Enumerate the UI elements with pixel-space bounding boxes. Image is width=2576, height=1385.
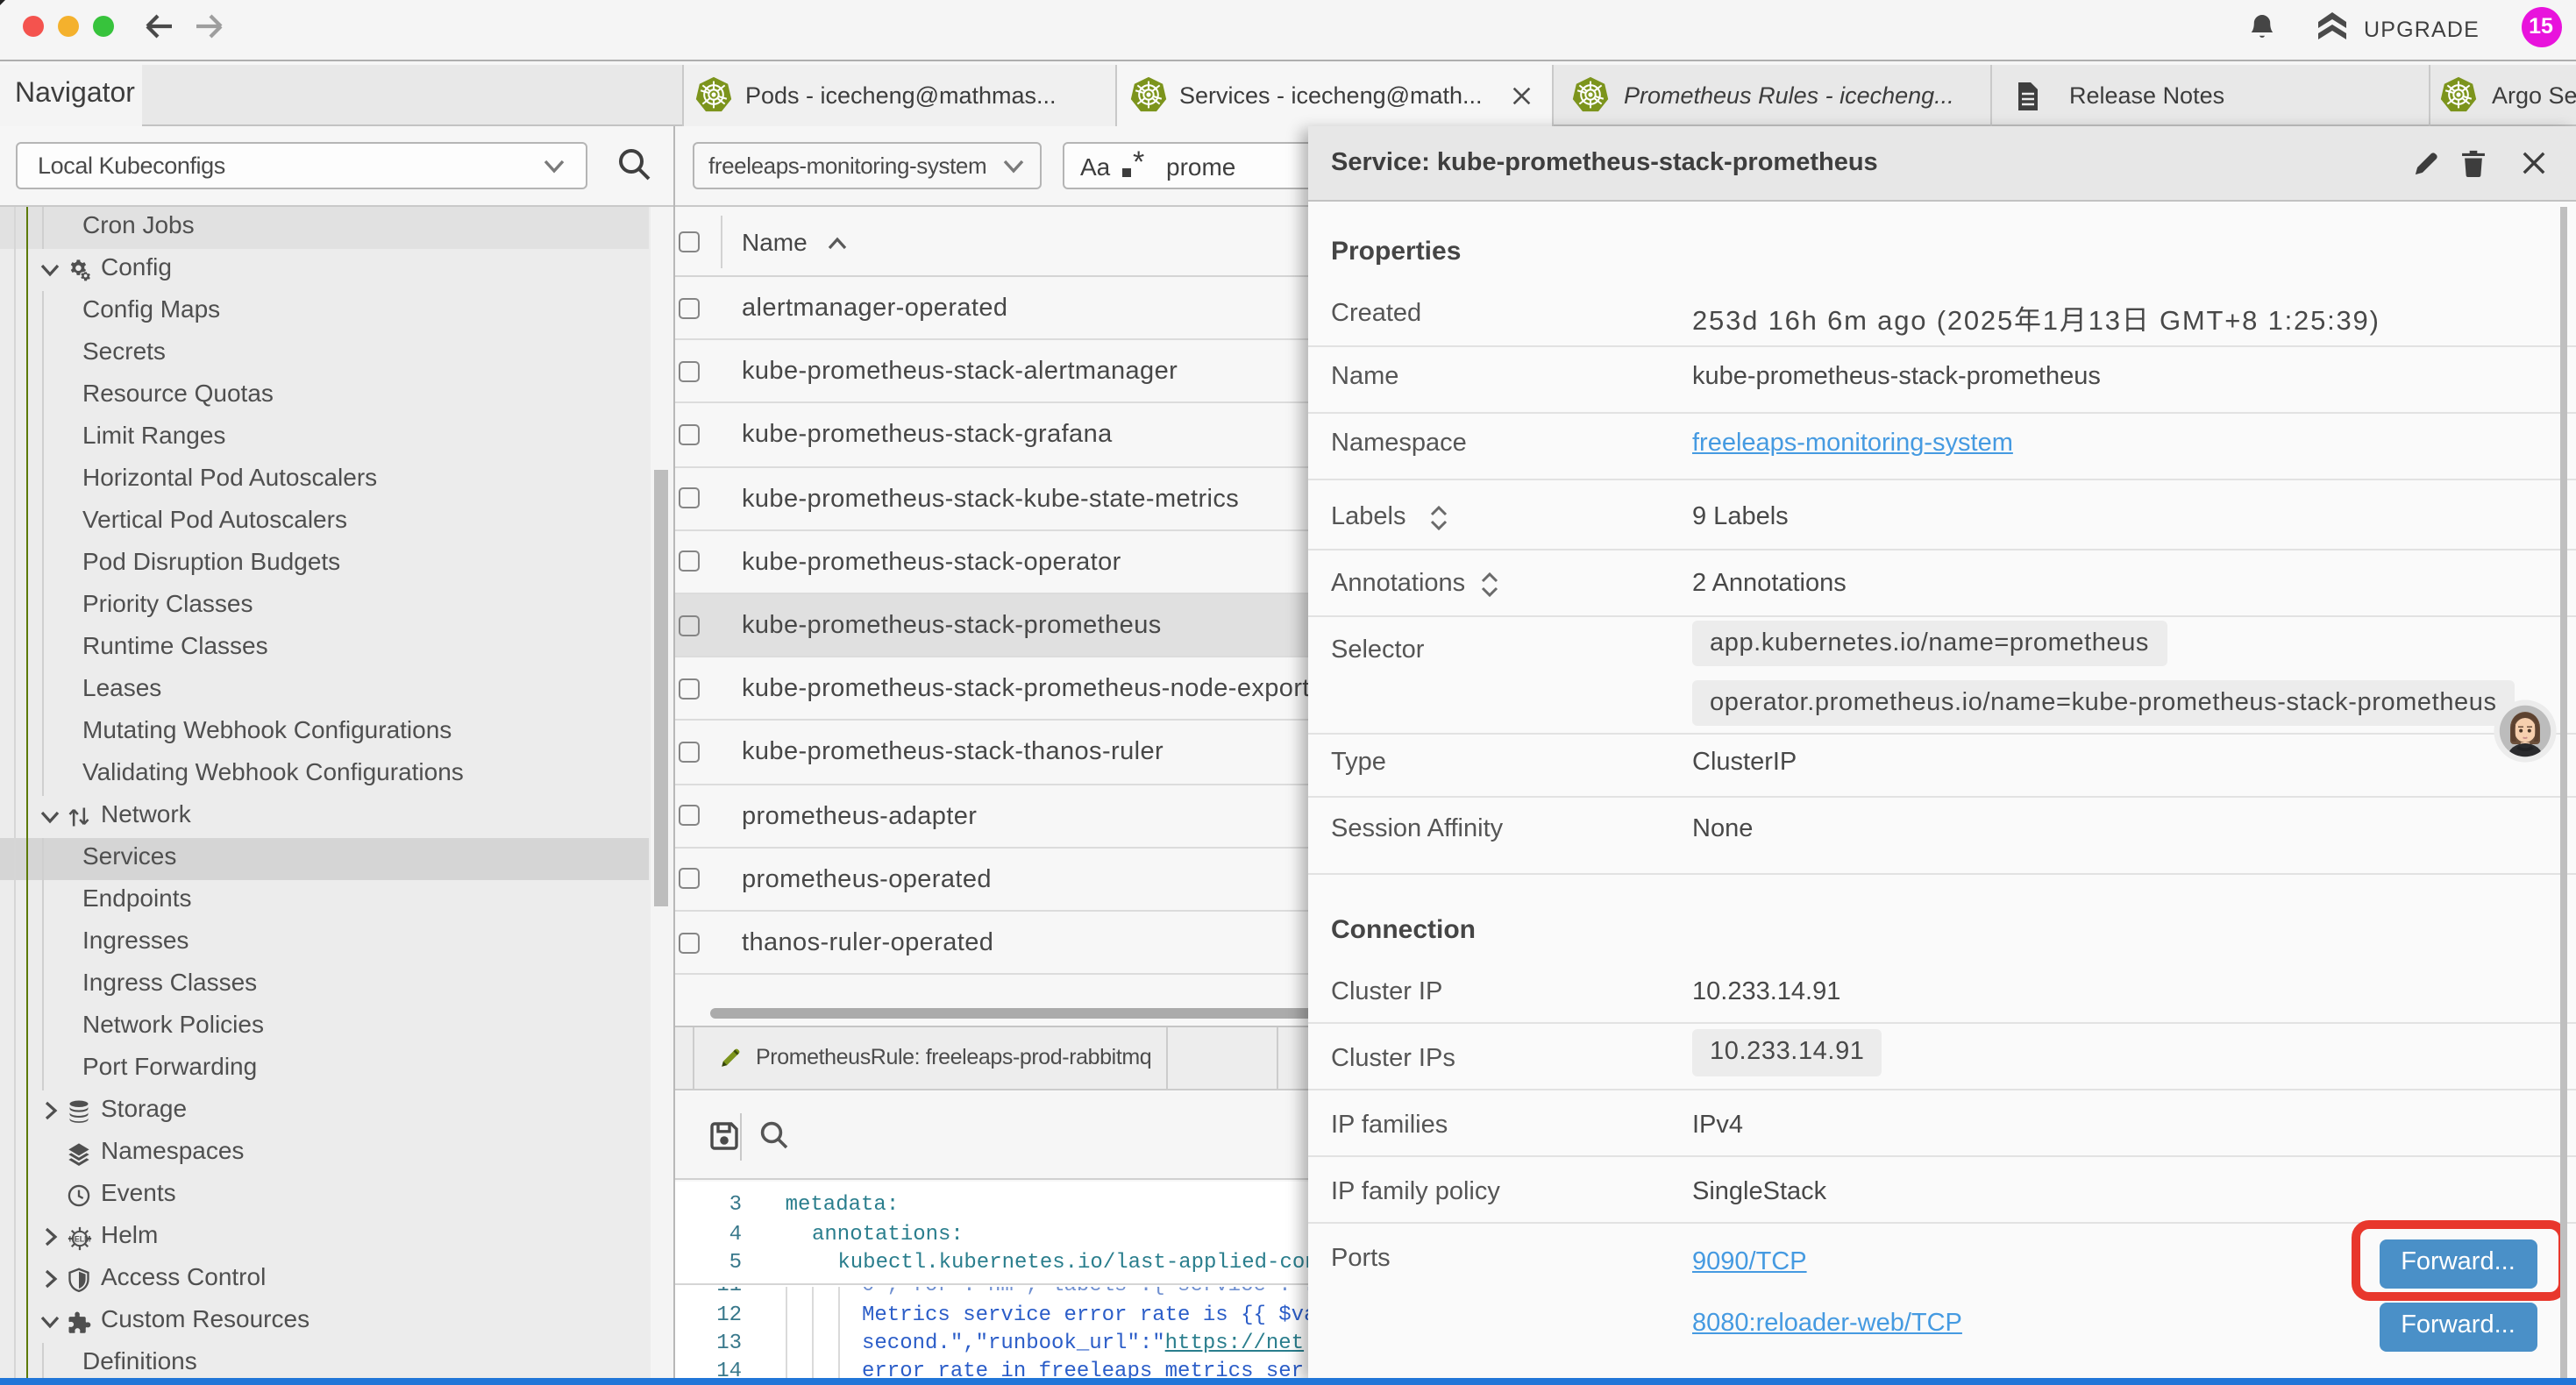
- svg-text:HELM: HELM: [68, 1233, 90, 1242]
